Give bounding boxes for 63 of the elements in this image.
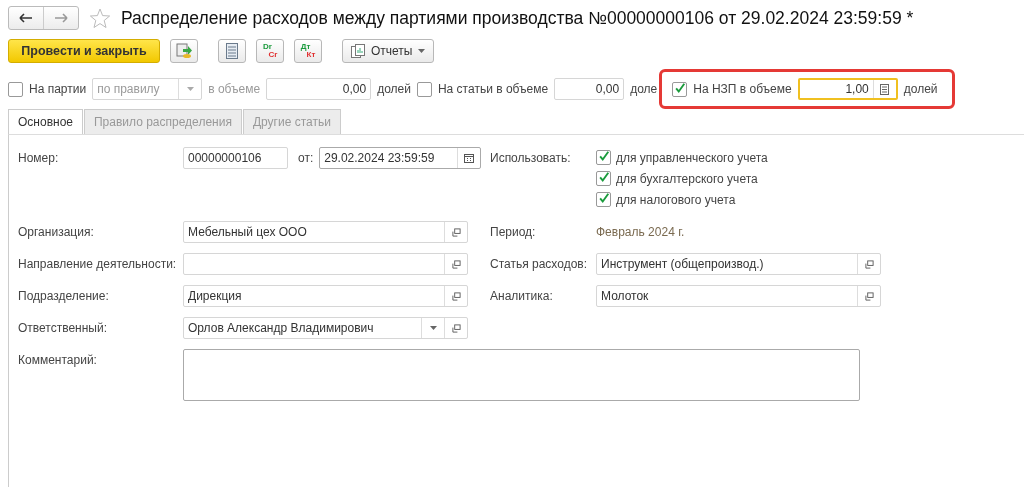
unit-label: доле xyxy=(630,82,658,96)
list-icon xyxy=(226,43,238,59)
unit-label: долей xyxy=(903,82,938,96)
checkbox[interactable] xyxy=(8,81,23,97)
checkbox-label: для управленческого учета xyxy=(616,150,768,165)
input-field[interactable]: Молоток xyxy=(596,285,881,307)
option-label: На НЗП в объеме xyxy=(693,82,792,96)
caret-icon xyxy=(429,326,437,330)
checkbox-label: для налогового учета xyxy=(616,192,736,207)
report-icon xyxy=(351,44,365,58)
open-window-icon xyxy=(451,323,461,333)
debit-credit-button[interactable]: Dr Cr xyxy=(256,39,284,63)
checkbox-label: для бухгалтерского учета xyxy=(616,171,758,186)
volume-label: в объеме xyxy=(208,82,261,96)
window-title: Распределение расходов между партиями производства №00000000106 от 29.02.2024 23:59:59 * xyxy=(121,7,914,29)
number-field[interactable]: 00000000106 xyxy=(183,147,288,169)
input-field[interactable]: Орлов Александр Владимирович xyxy=(183,317,468,339)
share-input[interactable]: 1,00 xyxy=(797,78,898,100)
forward-arrow-icon xyxy=(54,13,68,23)
share-input[interactable]: 0,00 xyxy=(554,78,625,100)
period-value: Февраль 2024 г. xyxy=(596,224,685,239)
back-arrow-icon xyxy=(19,13,33,23)
debit-credit-button[interactable]: Дт Кт xyxy=(294,39,322,63)
checkbox[interactable] xyxy=(416,81,432,97)
open-window-icon xyxy=(864,291,874,301)
input-field[interactable] xyxy=(183,253,468,275)
share-input[interactable]: 0,00 xyxy=(266,78,372,100)
open-window-icon xyxy=(451,291,461,301)
document-arrow-icon xyxy=(176,43,192,59)
checkbox[interactable] xyxy=(596,171,611,186)
comment-field[interactable] xyxy=(183,349,860,401)
option-label: На партии xyxy=(29,82,87,96)
field-label: Организация: xyxy=(18,224,95,239)
open-window-icon xyxy=(451,227,461,237)
post-document-button[interactable] xyxy=(170,39,198,63)
input-field[interactable]: Дирекция xyxy=(183,285,468,307)
date-field[interactable]: 29.02.2024 23:59:59 xyxy=(319,147,482,169)
checkbox[interactable] xyxy=(596,150,611,165)
field-label: Статья расходов: xyxy=(490,256,589,271)
field-label: Ответственный: xyxy=(18,320,109,335)
reports-button[interactable]: Отчеты xyxy=(342,39,435,63)
field-label: Аналитика: xyxy=(490,288,554,303)
checkbox[interactable] xyxy=(596,192,611,207)
list-button[interactable] xyxy=(218,39,246,63)
field-label: Подразделение: xyxy=(18,288,110,303)
input-field[interactable]: Инструмент (общепроизвод.) xyxy=(596,253,881,275)
star-icon[interactable] xyxy=(89,7,111,29)
option-label: На статьи в объеме xyxy=(437,82,549,96)
date-label: от: xyxy=(298,151,314,165)
open-window-icon xyxy=(864,259,874,269)
open-window-icon xyxy=(451,259,461,269)
tab[interactable]: Основное xyxy=(8,109,83,134)
caret-icon xyxy=(418,49,426,53)
field-label: Комментарий: xyxy=(18,352,98,367)
caret-icon xyxy=(186,87,194,91)
input-field[interactable]: Мебельный цех ООО xyxy=(183,221,468,243)
field-label: Номер: xyxy=(18,150,60,165)
field-label: Направление деятельности: xyxy=(18,256,178,271)
field-label: Период: xyxy=(490,224,537,239)
checkbox[interactable] xyxy=(672,81,688,97)
post-and-close-button[interactable]: Провести и закрыть xyxy=(8,39,160,63)
field-label: Использовать: xyxy=(490,150,572,165)
unit-label: долей xyxy=(377,82,411,96)
